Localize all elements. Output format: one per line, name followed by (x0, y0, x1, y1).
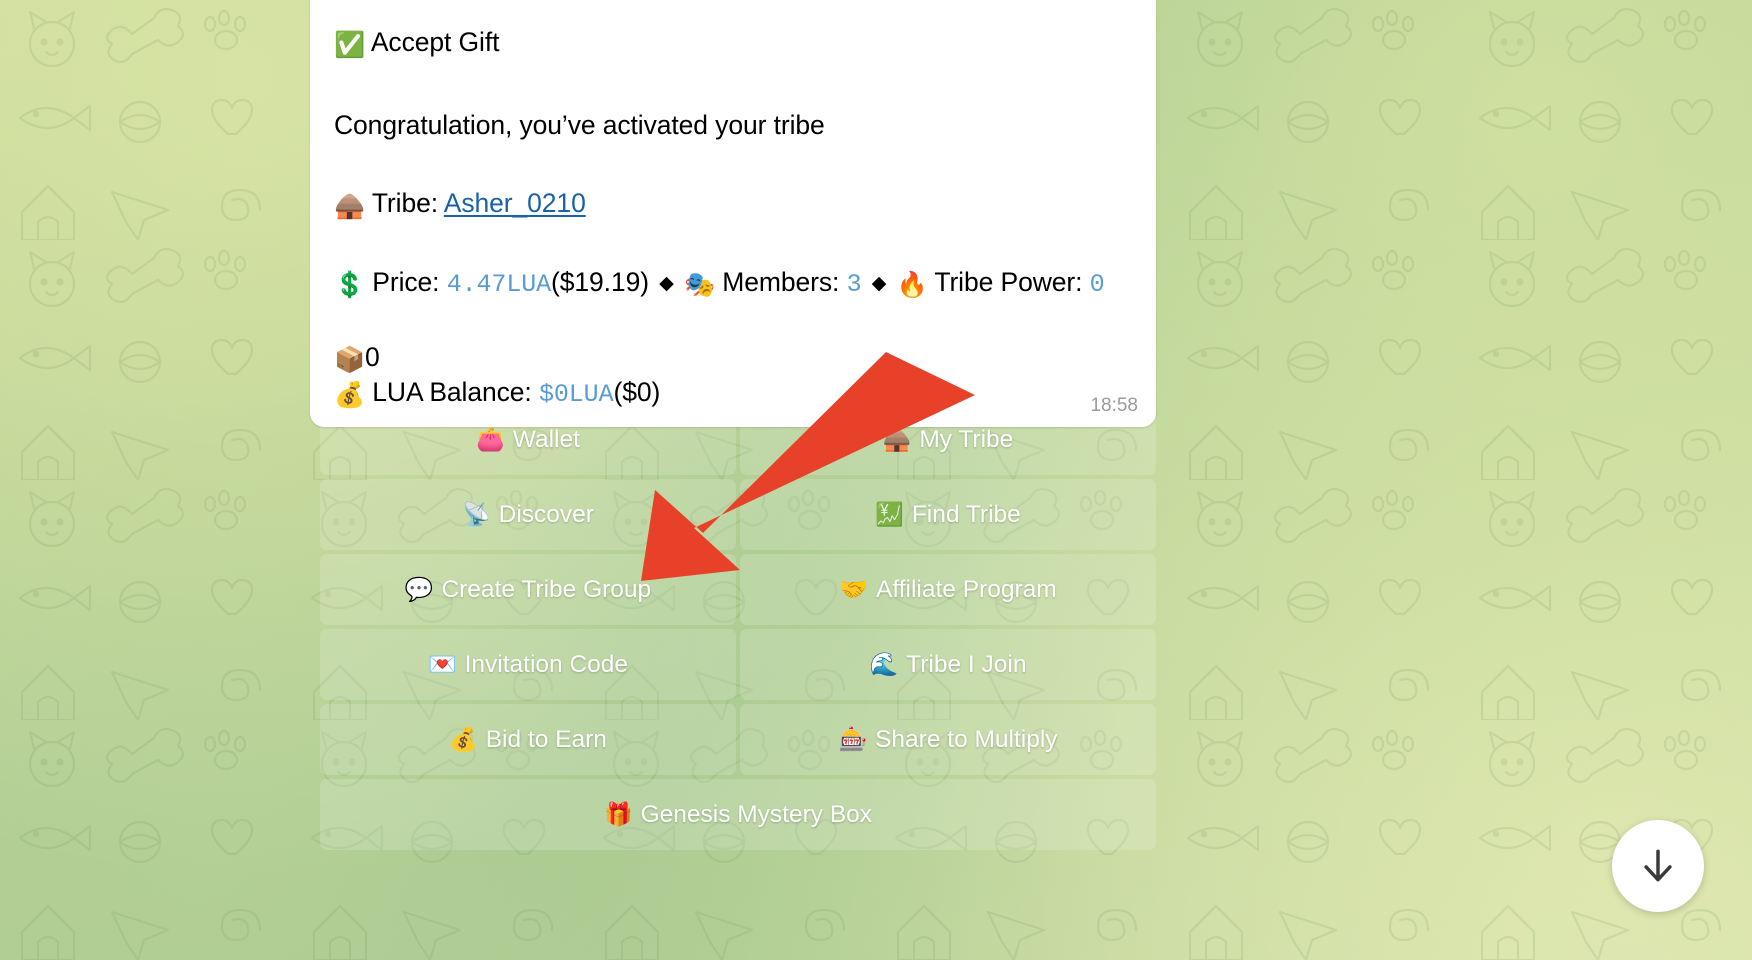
kb-button-bid-to-earn[interactable]: 💰 Bid to Earn (320, 704, 736, 775)
balance-label: LUA Balance: (372, 376, 532, 407)
price-usd: ($19.19) (551, 266, 649, 297)
kb-button-discover[interactable]: 📡 Discover (320, 479, 736, 550)
dollar-sign-icon: 💲 (334, 269, 366, 299)
keyboard-row: 💌 Invitation Code 🌊 Tribe I Join (320, 629, 1156, 700)
tribe-label: Tribe: (371, 187, 438, 218)
satellite-antenna-icon: 📡 (462, 502, 491, 528)
kb-button-label: Bid to Earn (485, 725, 607, 753)
balance-value: $0LUA (538, 379, 614, 409)
telegram-chat-screen: ✅ Accept Gift Congratulation, you’ve act… (0, 0, 1752, 960)
package-icon: 📦 (334, 344, 366, 374)
keyboard-row: 🎁 Genesis Mystery Box (320, 779, 1156, 850)
hut-icon: 🛖 (882, 427, 912, 453)
hut-icon: 🛖 (334, 190, 366, 220)
chart-increasing-yen-icon: 💹 (875, 502, 904, 528)
balance-line: 💰 LUA Balance: $0LUA($0) (334, 376, 1134, 411)
kb-button-invitation-code[interactable]: 💌 Invitation Code (320, 629, 736, 700)
members-value: 3 (846, 269, 862, 299)
kb-button-genesis-mystery-box[interactable]: 🎁 Genesis Mystery Box (320, 779, 1156, 850)
fire-icon: 🔥 (896, 269, 928, 299)
kb-button-share-to-multiply[interactable]: 🎰 Share to Multiply (740, 704, 1156, 775)
tribe-power-value: 0 (1089, 269, 1105, 299)
message-bubble: ✅ Accept Gift Congratulation, you’ve act… (310, 0, 1156, 427)
separator-diamond-icon: ◆ (659, 272, 674, 294)
speech-balloon-icon: 💬 (404, 577, 434, 603)
tribe-line: 🛖 Tribe: Asher_0210 (334, 187, 1134, 222)
purse-icon: 👛 (476, 427, 505, 453)
money-bag-icon: 💰 (334, 379, 366, 409)
kb-button-label: Discover (498, 500, 594, 528)
kb-button-label: Wallet (512, 425, 580, 453)
box-line: 📦0 (334, 341, 1134, 376)
kb-button-label: My Tribe (919, 425, 1014, 453)
stats-line: 💲 Price: 4.47LUA($19.19) ◆ 🎭 Members: 3 … (334, 266, 1134, 301)
keyboard-row: 💰 Bid to Earn 🎰 Share to Multiply (320, 704, 1156, 775)
kb-button-label: Genesis Mystery Box (640, 800, 873, 828)
handshake-icon: 🤝 (839, 577, 868, 603)
tribe-power-label: Tribe Power: (934, 266, 1083, 297)
kb-button-label: Create Tribe Group (441, 575, 652, 603)
gift-icon: 🎁 (603, 802, 633, 828)
scroll-to-bottom-button[interactable] (1612, 820, 1704, 912)
congratulation-text: Congratulation, you’ve activated your tr… (334, 110, 825, 140)
kb-button-label: Tribe I Join (906, 650, 1027, 678)
arrow-down-icon (1644, 849, 1672, 882)
tribe-name-link[interactable]: Asher_0210 (444, 188, 586, 218)
members-label: Members: (722, 266, 840, 297)
reply-keyboard: 👛 Wallet 🛖 My Tribe 📡 Discover 💹 Find Tr… (320, 404, 1156, 850)
kb-button-label: Invitation Code (464, 650, 629, 678)
message-timestamp: 18:58 (1090, 394, 1138, 416)
kb-button-find-tribe[interactable]: 💹 Find Tribe (740, 479, 1156, 550)
kb-button-label: Share to Multiply (875, 725, 1058, 753)
kb-button-create-tribe-group[interactable]: 💬 Create Tribe Group (320, 554, 736, 625)
kb-button-tribe-i-join[interactable]: 🌊 Tribe I Join (740, 629, 1156, 700)
money-bag-icon: 💰 (449, 727, 478, 753)
keyboard-row: 💬 Create Tribe Group 🤝 Affiliate Program (320, 554, 1156, 625)
message-title-line: ✅ Accept Gift (334, 26, 1134, 61)
separator-diamond-icon: ◆ (871, 272, 887, 294)
box-value: 0 (365, 341, 380, 372)
price-value: 4.47LUA (446, 269, 552, 299)
check-mark-icon: ✅ (334, 30, 366, 59)
kb-button-label: Affiliate Program (875, 575, 1057, 603)
performing-arts-icon: 🎭 (683, 269, 716, 299)
price-label: Price: (372, 266, 440, 297)
slot-machine-icon: 🎰 (838, 727, 868, 753)
message-title: Accept Gift (370, 27, 500, 57)
water-wave-icon: 🌊 (869, 652, 899, 678)
keyboard-row: 📡 Discover 💹 Find Tribe (320, 479, 1156, 550)
love-letter-icon: 💌 (427, 652, 457, 678)
kb-button-affiliate-program[interactable]: 🤝 Affiliate Program (740, 554, 1156, 625)
balance-usd: ($0) (613, 376, 661, 407)
kb-button-label: Find Tribe (911, 500, 1021, 528)
